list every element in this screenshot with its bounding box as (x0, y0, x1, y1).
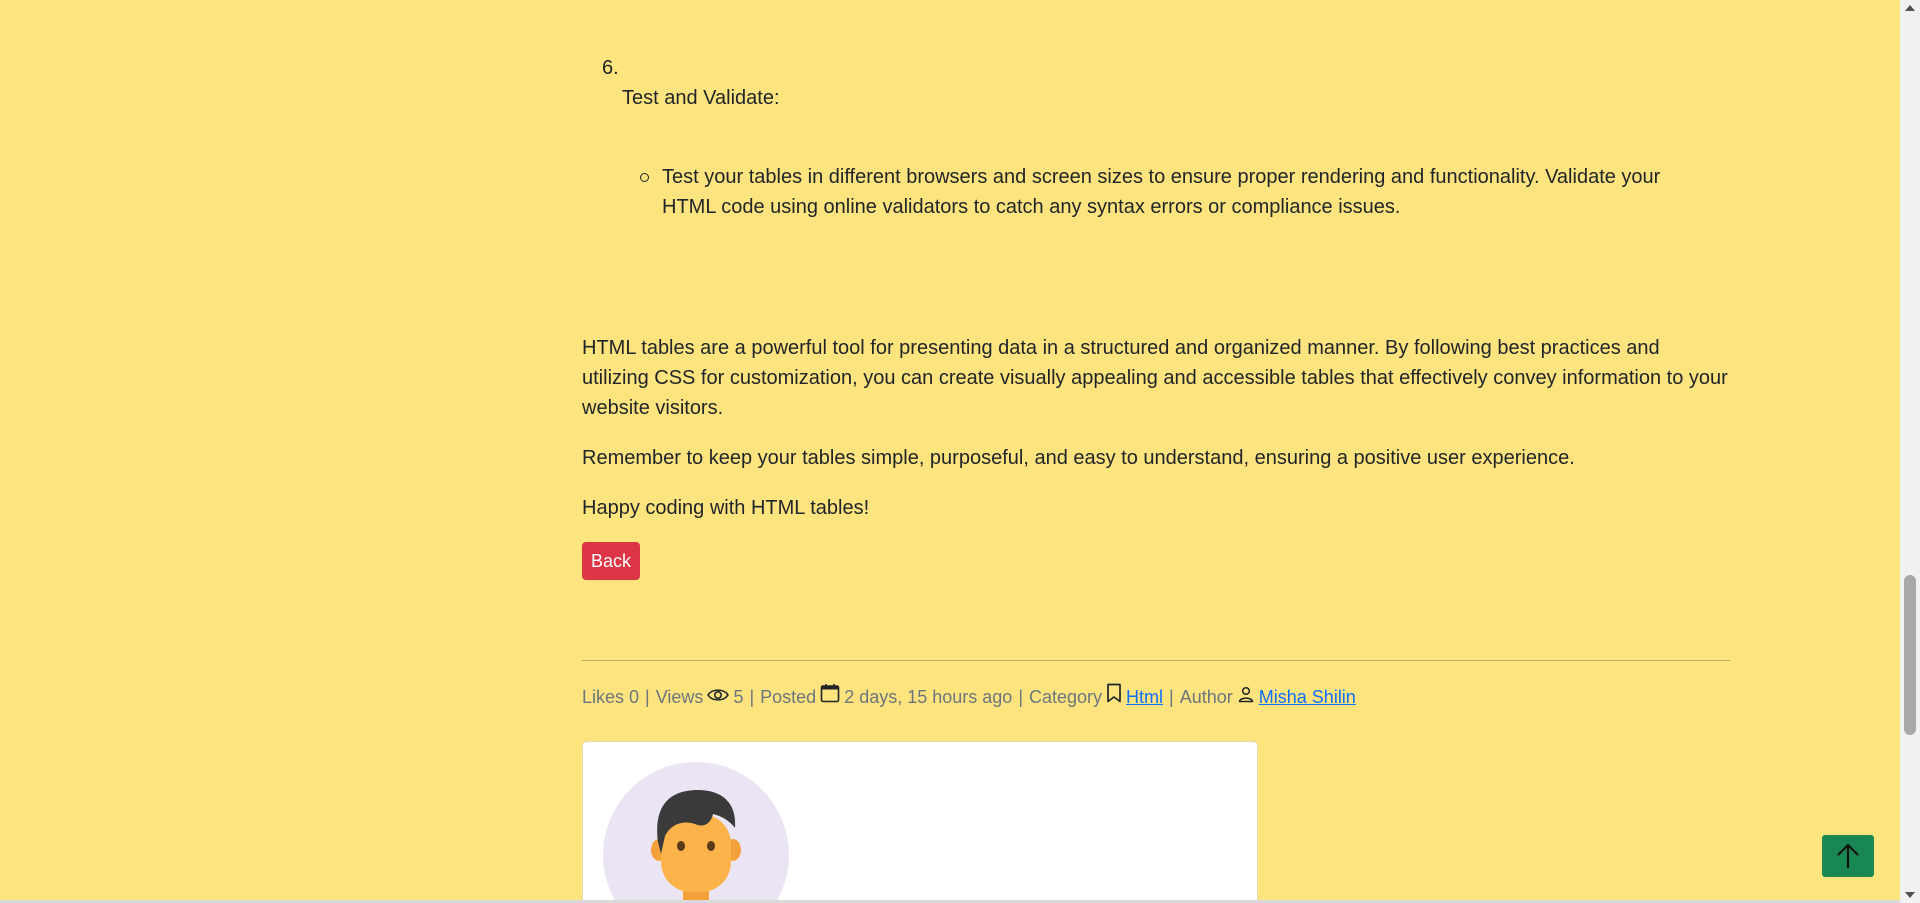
scrollbar-thumb[interactable] (1904, 575, 1916, 735)
likes-count: Likes 0 (582, 687, 640, 707)
scroll-to-top-button[interactable] (1822, 835, 1874, 877)
list-item-number: 6. (602, 57, 619, 79)
closing-paragraph: Happy coding with HTML tables! (582, 497, 870, 519)
meta-separator: | (1169, 687, 1174, 707)
views-count: 5 (733, 687, 744, 707)
arrow-up-icon (1837, 843, 1859, 868)
scroll-up-arrow-icon[interactable] (1900, 0, 1920, 16)
calendar-icon (820, 682, 840, 712)
posted-label: Posted (760, 687, 817, 707)
meta-separator: | (1018, 687, 1023, 707)
page: 6. Test and Validate: Test your tables i… (0, 0, 1920, 903)
sub-list: Test your tables in different browsers a… (640, 162, 1702, 222)
author-link[interactable]: Misha Shilin (1259, 682, 1356, 712)
back-button[interactable]: Back (582, 542, 640, 580)
bookmark-icon (1106, 682, 1122, 712)
list-item-detail: Test your tables in different browsers a… (662, 166, 1661, 218)
divider (582, 660, 1730, 661)
circle-bullet-icon (640, 173, 649, 182)
avatar-illustration-icon (651, 790, 741, 903)
eye-icon (707, 682, 730, 712)
avatar (603, 762, 789, 903)
category-label: Category (1029, 687, 1103, 707)
views-label: Views (655, 687, 704, 707)
scroll-down-arrow-icon[interactable] (1900, 887, 1920, 903)
vertical-scrollbar[interactable] (1900, 0, 1920, 903)
meta-separator: | (645, 687, 650, 707)
meta-separator: | (749, 687, 755, 707)
author-card (582, 741, 1258, 903)
list-item-title: Test and Validate: (622, 87, 780, 109)
person-icon (1237, 682, 1255, 712)
author-label: Author (1179, 687, 1233, 707)
conclusion-paragraph: HTML tables are a powerful tool for pres… (582, 337, 1728, 419)
posted-value: 2 days, 15 hours ago (844, 687, 1013, 707)
post-meta: Likes 0 | Views 5 | Posted 2 days, 15 ho… (582, 682, 1356, 712)
category-link[interactable]: Html (1126, 682, 1163, 712)
reminder-paragraph: Remember to keep your tables simple, pur… (582, 447, 1575, 469)
